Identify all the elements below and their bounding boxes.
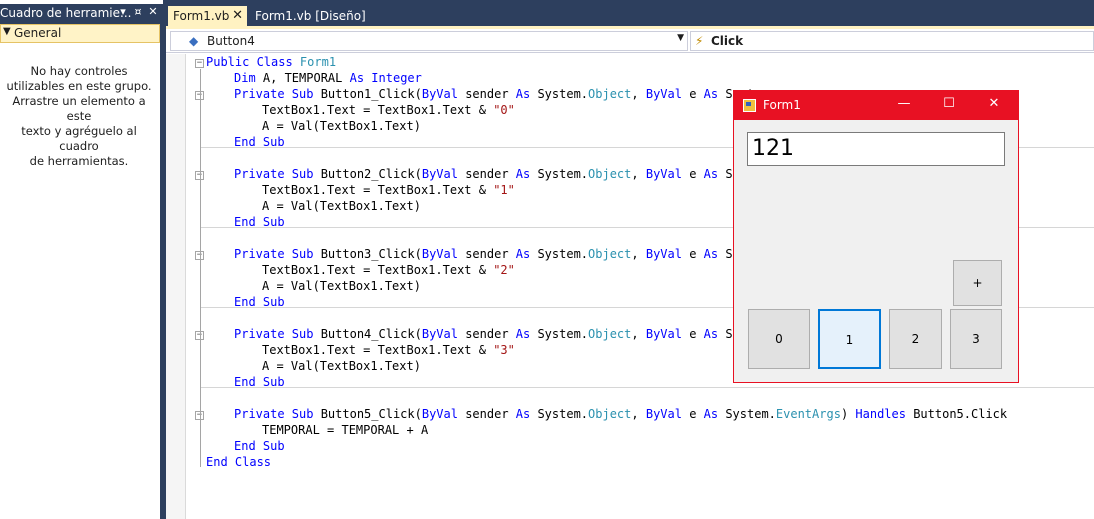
- method-separator: [201, 387, 1094, 388]
- event-dropdown-value: Click: [711, 34, 744, 48]
- close-icon[interactable]: ✕: [984, 96, 1004, 116]
- tab-form1-vb[interactable]: Form1.vb ✕: [168, 6, 247, 26]
- toolbox-close-icon[interactable]: ✕: [147, 5, 159, 18]
- window-title: Form1: [763, 98, 801, 112]
- code-line: A = Val(TextBox1.Text): [262, 119, 421, 133]
- event-lightning-icon: ⚡: [695, 34, 704, 48]
- code-line: End Sub: [234, 295, 285, 309]
- app-icon: [743, 99, 756, 112]
- digit-0-button[interactable]: 0: [748, 309, 810, 369]
- navigation-bar: ◆ Button4 ▼ ⚡ Click: [166, 29, 1094, 53]
- code-line: Private Sub Button1_Click(ByVal sender A…: [234, 87, 754, 101]
- digit-1-button[interactable]: 1: [818, 309, 881, 369]
- toolbox-panel: Cuadro de herramie... ▾ ¤ ✕ ▼ General No…: [0, 0, 163, 519]
- code-line: TextBox1.Text = TextBox1.Text & "0": [262, 103, 515, 117]
- code-line: End Class: [206, 455, 272, 469]
- tab-close-icon[interactable]: ✕: [232, 8, 243, 23]
- maximize-icon[interactable]: ☐: [939, 96, 959, 116]
- code-line: TextBox1.Text = TextBox1.Text & "2": [262, 263, 515, 277]
- panel-divider: [160, 24, 163, 519]
- event-dropdown[interactable]: ⚡ Click: [690, 31, 1094, 51]
- code-line: TextBox1.Text = TextBox1.Text & "1": [262, 183, 515, 197]
- code-line: End Sub: [234, 135, 285, 149]
- code-line: Public Class Form1: [206, 55, 337, 69]
- editor-gutter: [166, 54, 186, 519]
- toolbox-group-general[interactable]: ▼ General: [0, 24, 160, 43]
- code-line: Private Sub Button3_Click(ByVal sender A…: [234, 247, 754, 261]
- tab-label: Form1.vb [Diseño]: [255, 9, 366, 23]
- pin-icon[interactable]: ¤: [132, 5, 144, 18]
- code-line: Private Sub Button5_Click(ByVal sender A…: [234, 407, 1008, 421]
- message-line: texto y agréguelo al cuadro: [21, 124, 137, 153]
- tab-form1-design[interactable]: Form1.vb [Diseño]: [250, 6, 366, 26]
- object-dropdown-value: Button4: [207, 34, 255, 48]
- form1-titlebar[interactable]: Form1 — ☐ ✕: [734, 91, 1018, 120]
- object-dropdown[interactable]: ◆ Button4 ▼: [170, 31, 688, 51]
- code-line: Private Sub Button2_Click(ByVal sender A…: [234, 167, 754, 181]
- dropdown-icon[interactable]: ▾: [117, 5, 129, 18]
- code-line: End Sub: [234, 375, 285, 389]
- fold-guide: [200, 69, 201, 467]
- document-tabs: Form1.vb ✕ Form1.vb [Diseño]: [166, 4, 1094, 26]
- message-line: No hay controles: [30, 64, 128, 78]
- code-line: TEMPORAL = TEMPORAL + A: [262, 423, 429, 437]
- textbox1[interactable]: 121: [747, 132, 1005, 166]
- toolbox-group-label: General: [14, 26, 62, 40]
- code-line: End Sub: [234, 439, 285, 453]
- code-line: Dim A, TEMPORAL As Integer: [234, 71, 422, 85]
- collapse-icon[interactable]: −: [195, 59, 204, 68]
- tab-label: Form1.vb: [173, 9, 230, 23]
- expand-arrow-icon: ▼: [3, 26, 11, 37]
- code-line: Private Sub Button4_Click(ByVal sender A…: [234, 327, 754, 341]
- code-line: TextBox1.Text = TextBox1.Text & "3": [262, 343, 515, 357]
- code-line: A = Val(TextBox1.Text): [262, 199, 421, 213]
- minimize-icon[interactable]: —: [894, 96, 914, 116]
- digit-3-button[interactable]: 3: [950, 309, 1002, 369]
- plus-button[interactable]: +: [953, 260, 1002, 306]
- code-line: End Sub: [234, 215, 285, 229]
- form1-window[interactable]: Form1 — ☐ ✕ 121 + 0 1 2 3: [733, 90, 1019, 383]
- toolbox-title: Cuadro de herramie...: [0, 6, 132, 20]
- toolbox-header: Cuadro de herramie... ▾ ¤ ✕: [0, 4, 163, 24]
- code-line: A = Val(TextBox1.Text): [262, 279, 421, 293]
- digit-2-button[interactable]: 2: [889, 309, 942, 369]
- code-line: A = Val(TextBox1.Text): [262, 359, 421, 373]
- control-icon: ◆: [189, 34, 199, 48]
- toolbox-empty-message: No hay controles utilizables en este gru…: [0, 64, 158, 169]
- message-line: Arrastre un elemento a este: [12, 94, 146, 123]
- message-line: de herramientas.: [29, 154, 129, 168]
- chevron-down-icon: ▼: [677, 33, 684, 43]
- message-line: utilizables en este grupo.: [6, 79, 152, 93]
